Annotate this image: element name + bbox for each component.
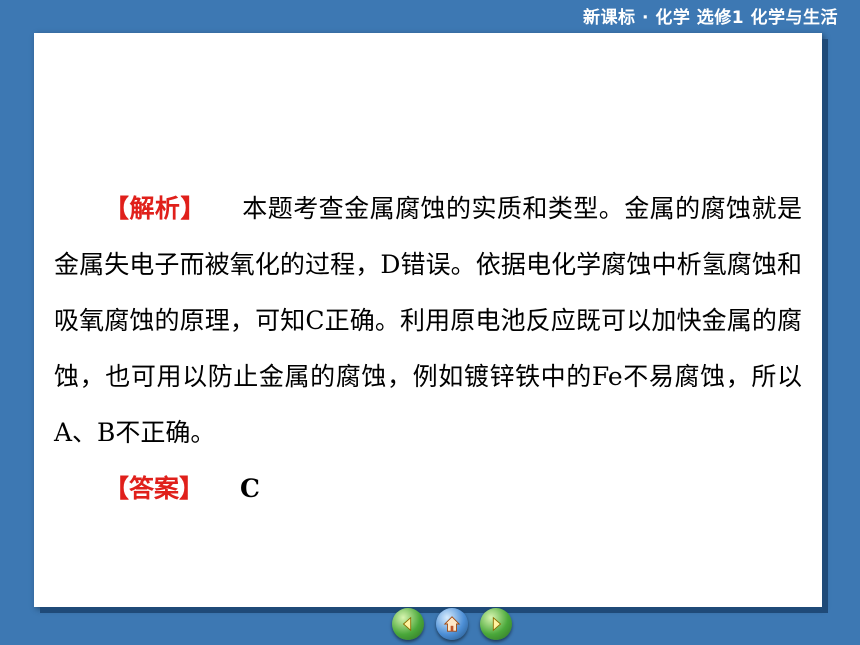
answer-paragraph: 【答案】 C: [54, 461, 802, 517]
answer-value: C: [240, 474, 260, 503]
analysis-paragraph: 【解析】 本题考查金属腐蚀的实质和类型。金属的腐蚀就是金属失电子而被氧化的过程，D…: [54, 181, 802, 461]
arrow-right-icon: [492, 616, 502, 632]
home-button[interactable]: [436, 608, 468, 640]
course-header: 新课标 · 化学 选修1 化学与生活: [583, 8, 838, 28]
answer-tag: 【答案】: [104, 474, 205, 503]
next-button[interactable]: [480, 608, 512, 640]
analysis-text: 本题考查金属腐蚀的实质和类型。金属的腐蚀就是金属失电子而被氧化的过程，D错误。依…: [54, 194, 802, 447]
question-explanation: 【解析】 本题考查金属腐蚀的实质和类型。金属的腐蚀就是金属失电子而被氧化的过程，D…: [54, 181, 802, 517]
slide-content-panel: 【解析】 本题考查金属腐蚀的实质和类型。金属的腐蚀就是金属失电子而被氧化的过程，D…: [34, 33, 822, 607]
slide-navigation: [392, 608, 512, 640]
analysis-tag: 【解析】: [104, 194, 206, 223]
home-icon: [443, 616, 461, 632]
prev-button[interactable]: [392, 608, 424, 640]
arrow-left-icon: [402, 616, 412, 632]
